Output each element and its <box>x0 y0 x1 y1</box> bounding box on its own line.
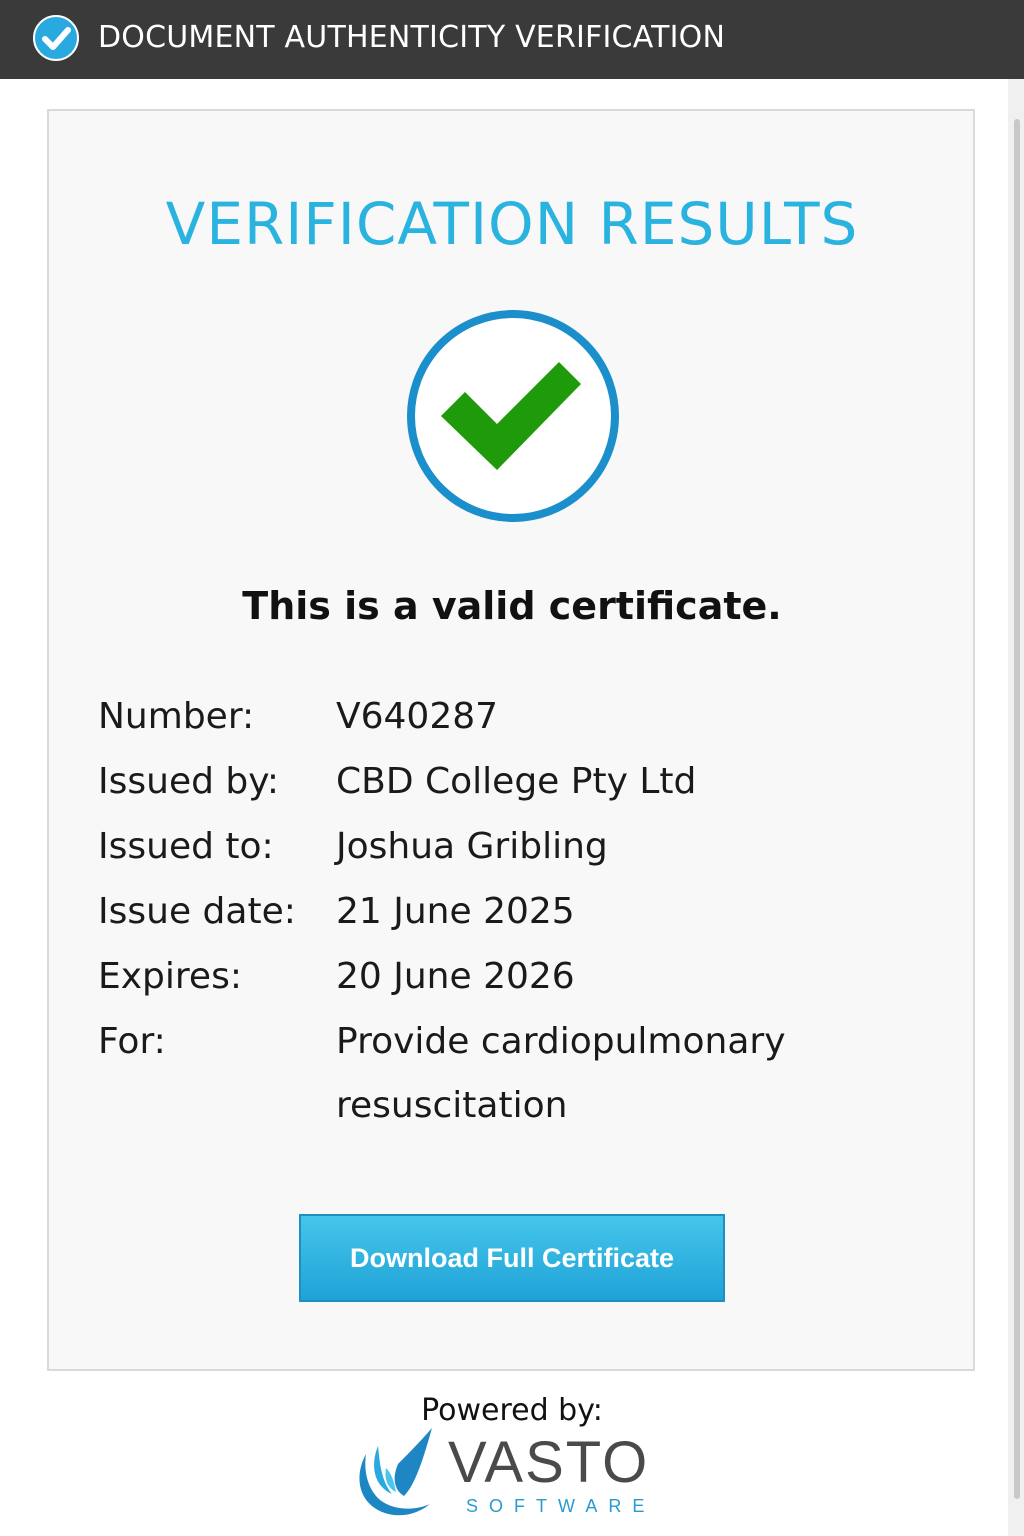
status-message: This is a valid certificate. <box>242 584 782 628</box>
detail-label: Issued to: <box>98 826 274 867</box>
checkmark-circle-icon <box>407 310 619 522</box>
detail-value: V640287 <box>336 696 499 737</box>
detail-label: Number: <box>98 696 255 737</box>
detail-label: Issue date: <box>98 891 296 932</box>
detail-label: Expires: <box>98 956 242 997</box>
detail-value: Provide cardiopulmonary resuscitation <box>336 1021 786 1126</box>
detail-label: Issued by: <box>98 761 280 802</box>
scrollbar-thumb[interactable] <box>1014 119 1020 1499</box>
detail-row-number: Number: V640287 <box>98 692 898 757</box>
vasto-logo-icon <box>359 1428 432 1516</box>
results-title: VERIFICATION RESULTS <box>165 190 859 258</box>
vasto-logo-subtitle: SOFTWARE <box>466 1496 656 1516</box>
detail-value: 21 June 2025 <box>336 891 575 932</box>
powered-by-label: Powered by: <box>421 1393 603 1428</box>
detail-row-expires: Expires: 20 June 2026 <box>98 952 898 1017</box>
detail-row-issue-date: Issue date: 21 June 2025 <box>98 887 898 952</box>
scrollbar[interactable] <box>1008 79 1024 1536</box>
detail-value: Joshua Gribling <box>336 826 608 867</box>
detail-value: CBD College Pty Ltd <box>336 761 697 802</box>
detail-value: 20 June 2026 <box>336 956 575 997</box>
certificate-details: Number: V640287 Issued by: CBD College P… <box>98 692 898 1126</box>
detail-row-for: For: Provide cardiopulmonary resuscitati… <box>98 1017 898 1126</box>
check-badge-icon <box>33 15 79 61</box>
detail-label: For: <box>98 1021 166 1062</box>
top-header-bar: DOCUMENT AUTHENTICITY VERIFICATION <box>0 0 1024 79</box>
vasto-logo-name: VASTO <box>448 1430 650 1495</box>
header-title: DOCUMENT AUTHENTICITY VERIFICATION <box>98 20 726 55</box>
detail-row-issued-to: Issued to: Joshua Gribling <box>98 822 898 887</box>
download-certificate-button[interactable]: Download Full Certificate <box>299 1214 725 1302</box>
detail-row-issued-by: Issued by: CBD College Pty Ltd <box>98 757 898 822</box>
